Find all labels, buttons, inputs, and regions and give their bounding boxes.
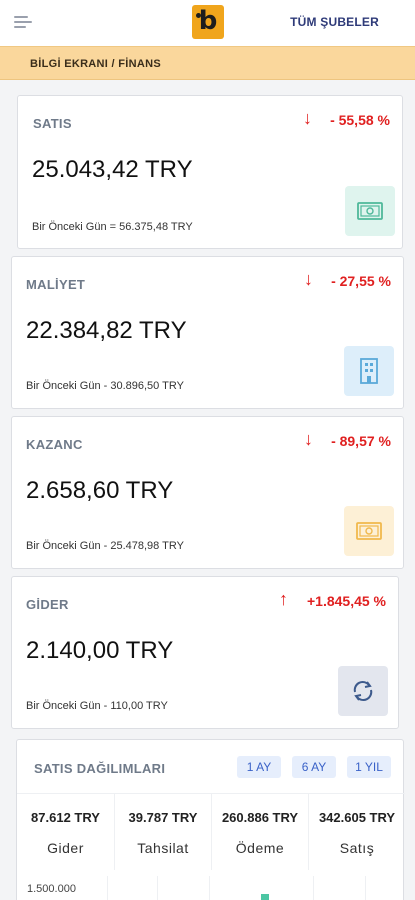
change-percent: - 27,55 %: [331, 273, 391, 289]
logo-dot: [196, 13, 201, 18]
breadcrumb-label: BİLGİ EKRANI / FİNANS: [30, 58, 161, 70]
refresh-icon: [338, 666, 388, 716]
previous-day-value: Bir Önceki Gün - 25.478,98 TRY: [26, 540, 184, 552]
previous-day-value: Bir Önceki Gün - 110,00 TRY: [26, 700, 168, 712]
stat-name: Gider: [47, 840, 84, 856]
period-6-month-button[interactable]: 6 AY: [292, 756, 336, 778]
logo-letter: b: [198, 5, 218, 36]
stat-value: 342.605 TRY: [318, 810, 396, 825]
previous-day-value: Bir Önceki Gün = 56.375,48 TRY: [32, 221, 193, 233]
down-arrow-icon: ↓: [303, 108, 312, 128]
expense-card[interactable]: GİDER ↑ +1.845,45 % 2.140,00 TRY Bir Önc…: [11, 576, 399, 729]
grid-line: [313, 876, 314, 900]
card-label: KAZANC: [26, 437, 83, 452]
card-amount: 2.658,60 TRY: [26, 477, 174, 504]
sales-card[interactable]: SATIS ↓ - 55,58 % 25.043,42 TRY Bir Önce…: [17, 95, 403, 249]
chart-bar: [261, 894, 269, 900]
card-label: MALİYET: [26, 277, 86, 292]
distribution-stats: 87.612 TRY Gider 39.787 TRY Tahsilat 260…: [17, 793, 405, 870]
grid-line: [209, 876, 210, 900]
change-percent: +1.845,45 %: [306, 593, 386, 609]
change-percent: - 89,57 %: [331, 433, 391, 449]
stat-expense: 87.612 TRY Gider: [17, 794, 114, 870]
card-amount: 25.043,42 TRY: [32, 156, 193, 183]
change-percent: - 55,58 %: [330, 112, 390, 128]
card-label: SATIS: [33, 116, 72, 131]
top-bar: b TÜM ŞUBELER: [0, 0, 415, 46]
stat-name: Satış: [339, 840, 375, 856]
profit-card[interactable]: KAZANC ↓ - 89,57 % 2.658,60 TRY Bir Önce…: [11, 416, 404, 569]
period-1-month-button[interactable]: 1 AY: [237, 756, 281, 778]
up-arrow-icon: ↑: [279, 589, 288, 609]
grid-line: [157, 876, 158, 900]
period-1-year-button[interactable]: 1 YIL: [347, 756, 391, 778]
stat-payment: 260.886 TRY Ödeme: [211, 794, 308, 870]
down-arrow-icon: ↓: [304, 429, 313, 449]
stat-name: Ödeme: [235, 840, 285, 856]
stat-value: 39.787 TRY: [128, 810, 198, 825]
previous-day-value: Bir Önceki Gün - 30.896,50 TRY: [26, 380, 184, 392]
stat-value: 260.886 TRY: [221, 810, 299, 825]
stat-name: Tahsilat: [137, 840, 189, 856]
y-axis-tick: 1.500.000: [27, 883, 76, 895]
all-branches-button[interactable]: TÜM ŞUBELER: [290, 15, 379, 29]
stat-value: 87.612 TRY: [31, 810, 100, 825]
breadcrumb: BİLGİ EKRANI / FİNANS: [0, 46, 415, 80]
brand-logo: b: [192, 5, 224, 39]
sales-distribution-panel: SATIS DAĞILIMLARI 1 AY 6 AY 1 YIL 87.612…: [16, 739, 405, 900]
down-arrow-icon: ↓: [304, 269, 313, 289]
stat-sales: 342.605 TRY Satış: [308, 794, 405, 870]
hamburger-icon[interactable]: [14, 16, 32, 30]
money-icon: [345, 186, 395, 236]
stat-collection: 39.787 TRY Tahsilat: [114, 794, 211, 870]
building-icon: [344, 346, 394, 396]
card-amount: 22.384,82 TRY: [26, 317, 187, 344]
card-label: GİDER: [26, 597, 69, 612]
distribution-title: SATIS DAĞILIMLARI: [34, 761, 166, 776]
cost-card[interactable]: MALİYET ↓ - 27,55 % 22.384,82 TRY Bir Ön…: [11, 256, 404, 409]
grid-line: [365, 876, 366, 900]
grid-line: [107, 876, 108, 900]
money-icon: [344, 506, 394, 556]
card-amount: 2.140,00 TRY: [26, 637, 174, 664]
